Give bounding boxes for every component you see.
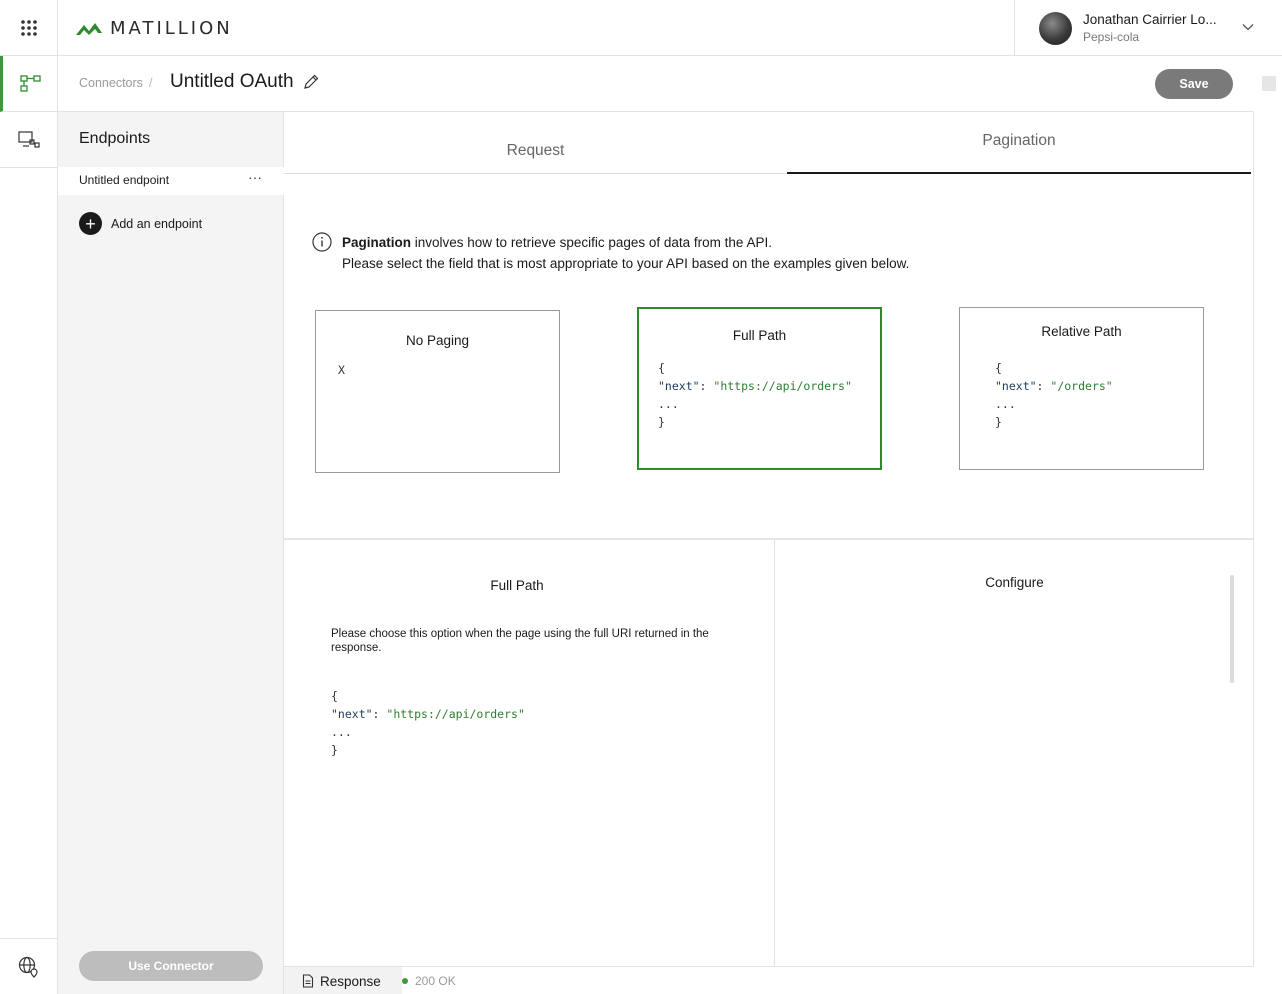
configure-scrollbar[interactable] [1230, 575, 1234, 683]
user-organization: Pepsi-cola [1083, 30, 1140, 44]
detail-code-sample: { "next": "https://api/orders" ... } [331, 689, 525, 757]
endpoints-title: Endpoints [79, 130, 151, 147]
response-status-bar: Response 200 OK [284, 966, 1254, 994]
add-endpoint-label: Add an endpoint [111, 216, 203, 231]
pencil-edit-icon[interactable] [302, 73, 320, 91]
more-options-icon[interactable]: ··· [248, 169, 262, 185]
card-title: Full Path [732, 328, 787, 343]
list-item[interactable]: Untitled endpoint ··· [58, 167, 284, 195]
main-content: Request Pagination Pagination involves h… [284, 112, 1254, 967]
tab-pagination[interactable]: Pagination [787, 112, 1251, 174]
matillion-logo-icon [76, 23, 102, 35]
detail-description: Please choose this option when the page … [331, 628, 709, 654]
rail-item-region[interactable] [0, 938, 58, 994]
response-tab[interactable]: Response [284, 967, 402, 994]
breadcrumb: Connectors / [79, 76, 158, 90]
brand-name: MATILLION [110, 17, 233, 39]
detail-title: Full Path [490, 578, 544, 593]
response-label: Response [320, 973, 381, 989]
user-menu[interactable]: Jonathan Cairrier Lo... Pepsi-cola [1014, 0, 1282, 56]
card-title: Relative Path [1041, 324, 1122, 339]
plus-circle-icon: + [79, 212, 102, 235]
app-grid-icon [20, 20, 37, 36]
monitor-network-icon [18, 130, 40, 148]
tab-request[interactable]: Request [284, 112, 787, 174]
page-scrollbar-thumb[interactable] [1262, 76, 1276, 91]
document-icon [302, 974, 314, 988]
pagination-info: Pagination involves how to retrieve spec… [312, 232, 1072, 274]
avatar [1039, 12, 1072, 45]
info-icon [312, 232, 332, 252]
brand-logo[interactable]: MATILLION [76, 16, 233, 40]
connector-title: Untitled OAuth [170, 71, 294, 92]
status-badge: 200 OK [402, 974, 456, 988]
card-body: X [338, 363, 345, 377]
panel-divider [774, 540, 775, 967]
connector-flow-icon [19, 74, 41, 92]
info-bold-term: Pagination [342, 235, 412, 250]
page-title: Untitled OAuth [170, 71, 320, 93]
option-card-relative-path[interactable]: Relative Path { "next": "/orders" ... } [959, 307, 1204, 470]
add-endpoint-button[interactable]: + Add an endpoint [79, 212, 202, 235]
rail-item-monitor[interactable] [0, 112, 58, 168]
endpoint-label: Untitled endpoint [79, 173, 170, 187]
card-code-sample: { "next": "/orders" ... } [995, 361, 1113, 429]
option-card-full-path[interactable]: Full Path { "next": "https://api/orders"… [637, 307, 882, 470]
chevron-down-icon [1242, 24, 1254, 31]
connector-header: Connectors / Untitled OAuth Save [58, 56, 1254, 112]
status-dot-icon [402, 978, 408, 984]
use-connector-button[interactable]: Use Connector [79, 951, 263, 981]
card-code-sample: { "next": "https://api/orders" ... } [658, 361, 852, 429]
left-navigation-rail [0, 56, 58, 994]
status-text: 200 OK [415, 974, 456, 988]
tab-bar: Request Pagination [284, 112, 1254, 174]
breadcrumb-separator: / [148, 76, 153, 90]
option-card-no-paging[interactable]: No Paging X [315, 310, 560, 473]
info-line2: Please select the field that is most app… [342, 256, 910, 271]
info-text: Pagination involves how to retrieve spec… [342, 232, 909, 274]
card-title: No Paging [405, 333, 470, 348]
configure-title: Configure [985, 575, 1044, 590]
section-divider [284, 538, 1254, 540]
endpoints-panel: Endpoints Untitled endpoint ··· + Add an… [58, 112, 284, 994]
app-launcher-button[interactable] [0, 0, 58, 56]
breadcrumb-connectors-link[interactable]: Connectors [79, 76, 143, 90]
top-header: MATILLION Jonathan Cairrier Lo... Pepsi-… [0, 0, 1282, 56]
globe-location-icon [18, 956, 38, 978]
save-button[interactable]: Save [1155, 69, 1233, 99]
rail-item-connectors[interactable] [0, 56, 58, 112]
info-line1: involves how to retrieve specific pages … [411, 235, 772, 250]
user-name: Jonathan Cairrier Lo... [1083, 12, 1217, 27]
